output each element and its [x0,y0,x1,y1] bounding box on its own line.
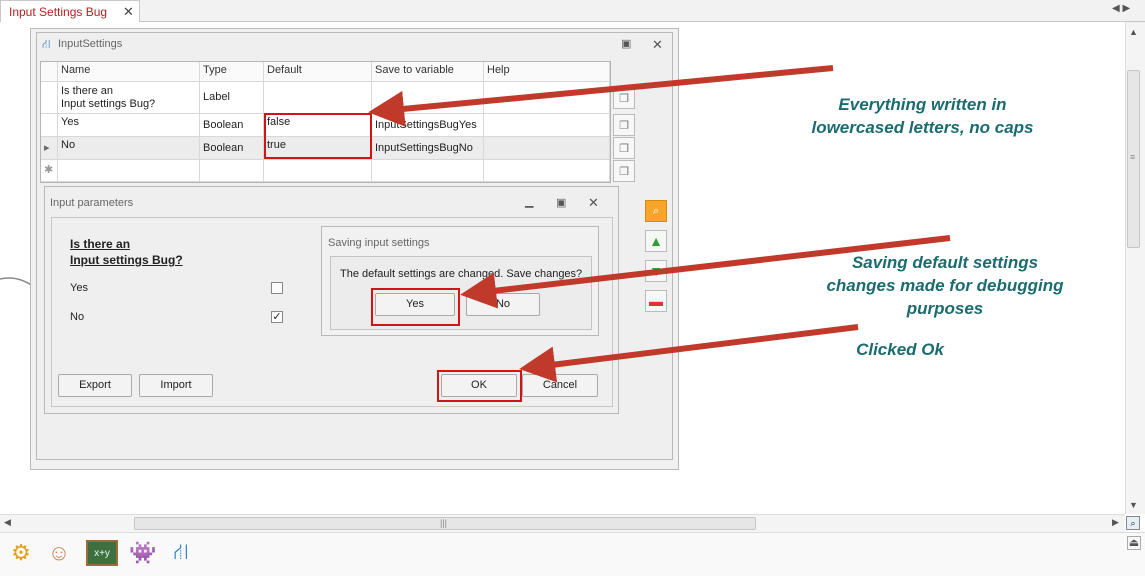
user-icon[interactable]: ☺ [44,538,74,568]
robot-icon[interactable]: 👾 [128,538,158,568]
zoom-icon[interactable]: ⌕ [1126,516,1140,530]
scroll-grip-icon: ||| [440,518,448,528]
arrow-defaults [368,65,834,127]
scroll-left-icon[interactable]: ◀ [4,517,11,528]
chalkboard-icon[interactable]: x+y [86,540,118,566]
settings-gears-icon[interactable]: ⚙ [6,538,36,568]
hierarchy-icon[interactable]: ⛙ [166,538,196,568]
annotation-lowercase: Everything written in lowercased letters… [811,95,1034,137]
annotation-saving-defaults: Saving default settings changes made for… [826,253,1064,318]
scroll-up-icon[interactable]: ▲ [1129,27,1138,37]
annotation-clicked-ok: Clicked Ok [856,340,944,359]
scroll-right-icon[interactable]: ▶ [1112,517,1119,528]
eject-icon[interactable]: ⏏ [1127,536,1141,550]
arrow-ok [519,324,859,383]
scroll-down-icon[interactable]: ▼ [1129,500,1138,510]
scroll-grip-icon: ≡ [1130,152,1136,162]
